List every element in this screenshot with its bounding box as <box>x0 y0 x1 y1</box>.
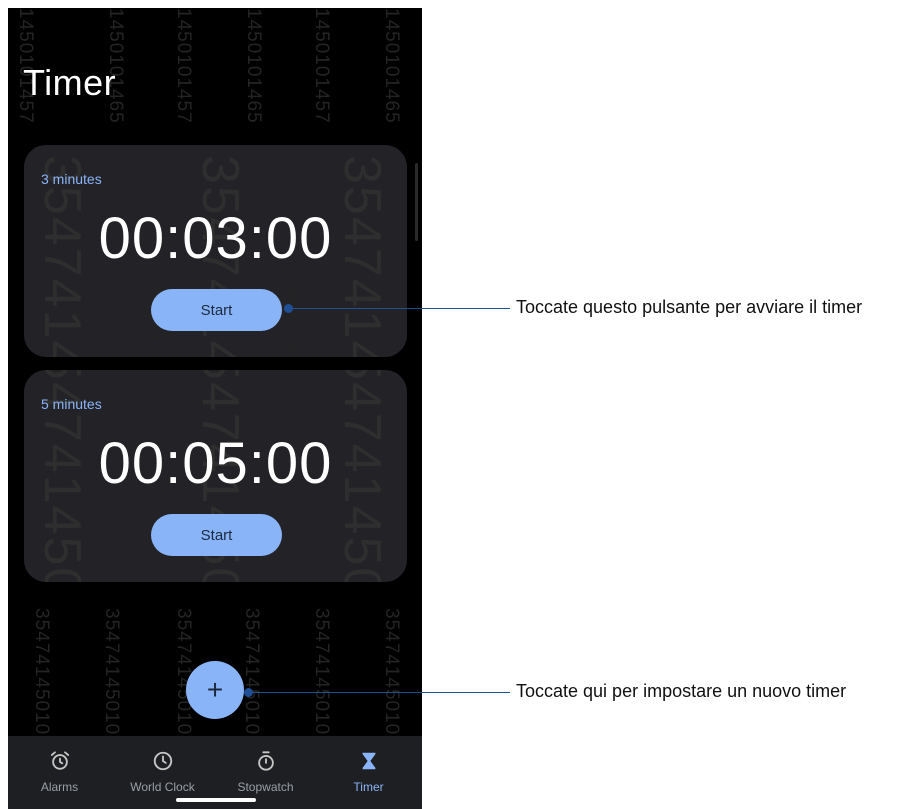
watermark-card-1e: 35474145010145 <box>282 285 304 357</box>
timer-card[interactable]: 354741450101457 354741450101457 35474145… <box>24 370 407 582</box>
scrollbar[interactable] <box>415 163 418 241</box>
timer-countdown[interactable]: 00:03:00 <box>24 205 407 272</box>
timer-label: 5 minutes <box>41 396 102 412</box>
timer-countdown[interactable]: 00:05:00 <box>24 430 407 497</box>
add-timer-button[interactable]: + <box>186 661 244 719</box>
watermark-top-6: 1450101465 <box>381 8 402 124</box>
hourglass-icon <box>362 752 375 770</box>
stopwatch-icon <box>257 751 274 771</box>
timer-card[interactable]: 354741450101457 354741450101457 35474145… <box>24 145 407 357</box>
nav-item-alarms[interactable]: Alarms <box>8 736 111 809</box>
nav-item-timer[interactable]: Timer <box>317 736 420 809</box>
watermark-top-5: 1450101457 <box>311 8 332 124</box>
nav-label: World Clock <box>130 780 195 794</box>
callout-add-line <box>248 692 510 693</box>
callout-start-line <box>288 308 510 309</box>
callout-start-text: Toccate questo pulsante per avviare il t… <box>516 297 863 317</box>
plus-icon: + <box>206 674 224 705</box>
start-button[interactable]: Start <box>151 289 282 331</box>
home-indicator <box>176 798 256 802</box>
start-button[interactable]: Start <box>151 514 282 556</box>
page-title: Timer <box>23 62 117 103</box>
callout-add-text: Toccate qui per impostare un nuovo timer <box>516 681 847 701</box>
timer-label: 3 minutes <box>41 171 102 187</box>
watermark-top-3: 1450101457 <box>173 8 194 124</box>
world-clock-icon <box>153 751 172 771</box>
nav-label: Timer <box>353 780 384 794</box>
phone-screen: 1450101457 1450101465 1450101457 1450101… <box>8 8 422 809</box>
nav-label: Stopwatch <box>237 780 294 794</box>
watermark-top-4: 1450101465 <box>243 8 264 124</box>
alarm-icon <box>50 751 69 770</box>
nav-label: Alarms <box>40 780 79 794</box>
